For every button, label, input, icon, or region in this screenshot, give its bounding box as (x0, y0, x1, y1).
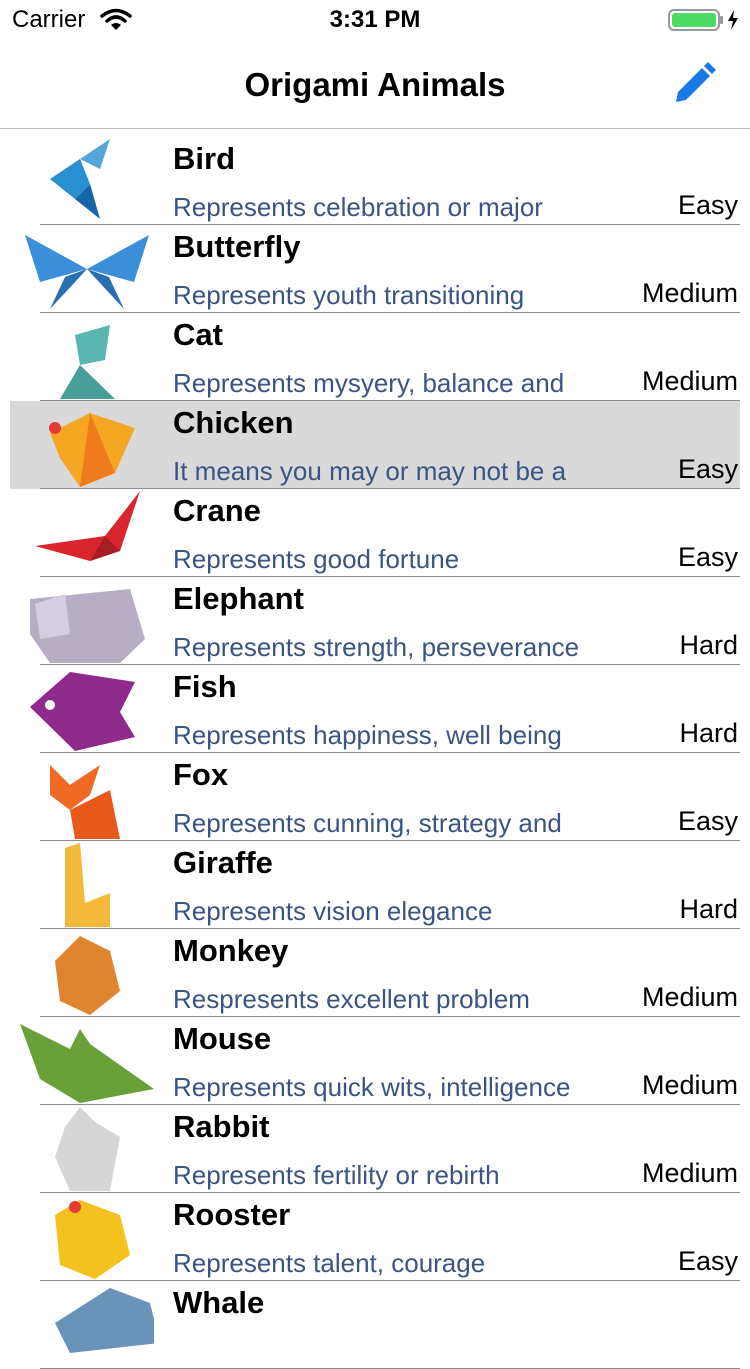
animal-name: Crane (173, 493, 261, 528)
origami-rabbit-icon (55, 1107, 120, 1191)
origami-chicken-icon (49, 413, 135, 487)
list-item[interactable]: Bird Represents celebration or major Easy (0, 137, 750, 225)
difficulty-label: Hard (679, 718, 738, 748)
animal-description: Represents strength, perseverance (173, 632, 580, 662)
animal-description: Represents vision elegance (173, 896, 493, 926)
origami-elephant-icon (30, 589, 145, 663)
page-title: Origami Animals (244, 66, 506, 103)
origami-crane-icon (35, 491, 140, 561)
animal-name: Rooster (173, 1197, 291, 1232)
animal-description: Represents talent, courage (173, 1248, 486, 1278)
animal-description: Represents mysyery, balance and (173, 368, 565, 398)
list-item[interactable]: Crane Represents good fortune Easy (0, 489, 750, 577)
animal-description: Represents fertility or rebirth (173, 1160, 500, 1190)
difficulty-label: Hard (679, 894, 738, 924)
origami-rooster-icon (55, 1200, 130, 1279)
list-item[interactable]: Elephant Represents strength, perseveranc… (0, 577, 750, 665)
navigation-bar: Origami Animals (0, 40, 750, 129)
origami-butterfly-icon (25, 235, 149, 309)
animal-description: It means you may or may not be a (173, 456, 567, 486)
list-item[interactable]: Monkey Respresents excellent problem Mediu… (0, 929, 750, 1017)
difficulty-label: Medium (641, 982, 738, 1012)
animal-name: Bird (173, 141, 235, 176)
list-item[interactable]: Rooster Represents talent, courage Easy (0, 1193, 750, 1281)
animal-name: Elephant (173, 581, 304, 616)
animal-name: Fox (173, 757, 229, 792)
list-item[interactable]: Fox Represents cunning, strategy and Easy (0, 753, 750, 841)
animal-description: Represents good fortune (173, 544, 460, 574)
list-item[interactable]: Chicken It means you may or may not be a E… (0, 401, 750, 489)
animal-list[interactable]: Bird Represents celebration or major Easy B… (0, 137, 750, 1369)
animal-name: Rabbit (173, 1109, 270, 1144)
list-item[interactable]: Whale (0, 1281, 750, 1369)
animal-name: Monkey (173, 933, 289, 968)
difficulty-label: Medium (641, 1158, 738, 1188)
list-item[interactable]: Rabbit Represents fertility or rebirth Med… (0, 1105, 750, 1193)
difficulty-label: Easy (677, 542, 738, 572)
animal-name: Giraffe (173, 845, 273, 880)
animal-name: Cat (173, 317, 223, 352)
difficulty-label: Medium (641, 366, 738, 396)
origami-cat-icon (60, 325, 115, 399)
animal-description: Represents cunning, strategy and (173, 808, 562, 838)
animal-name: Mouse (173, 1021, 272, 1056)
origami-fox-icon (50, 765, 120, 839)
animal-name: Whale (173, 1285, 265, 1320)
difficulty-label: Hard (679, 630, 738, 660)
status-bar: Carrier 3:31 PM (0, 0, 750, 40)
list-item[interactable]: Fish Represents happiness, well being Hard (0, 665, 750, 753)
animal-name: Chicken (173, 405, 294, 440)
origami-mouse-icon (20, 1024, 154, 1103)
difficulty-label: Easy (677, 454, 738, 484)
difficulty-label: Easy (677, 806, 738, 836)
battery-icon (668, 8, 742, 37)
origami-bird-icon (50, 139, 110, 219)
list-item[interactable]: Butterfly Represents youth transitioning M… (0, 225, 750, 313)
origami-monkey-icon (55, 936, 120, 1015)
animal-description: Represents youth transitioning (173, 280, 525, 310)
origami-fish-icon (30, 672, 135, 751)
animal-description: Represents quick wits, intelligence (173, 1072, 571, 1102)
animal-description: Respresents excellent problem (173, 984, 530, 1014)
pencil-icon (676, 62, 716, 102)
difficulty-label: Easy (677, 1246, 738, 1276)
animal-description: Represents happiness, well being (173, 720, 562, 750)
list-item[interactable]: Cat Represents mysyery, balance and Medium (0, 313, 750, 401)
list-item[interactable]: Mouse Represents quick wits, intelligence… (0, 1017, 750, 1105)
animal-name: Butterfly (173, 229, 301, 264)
origami-giraffe-icon (65, 843, 110, 927)
status-time: 3:31 PM (329, 6, 421, 33)
difficulty-label: Easy (677, 190, 738, 220)
animal-name: Fish (173, 669, 237, 704)
animal-description: Represents celebration or major (173, 192, 543, 222)
difficulty-label: Medium (641, 278, 738, 308)
origami-whale-icon (55, 1288, 154, 1353)
list-item[interactable]: Giraffe Represents vision elegance Hard (0, 841, 750, 929)
difficulty-label: Medium (641, 1070, 738, 1100)
edit-button[interactable] (672, 62, 716, 106)
